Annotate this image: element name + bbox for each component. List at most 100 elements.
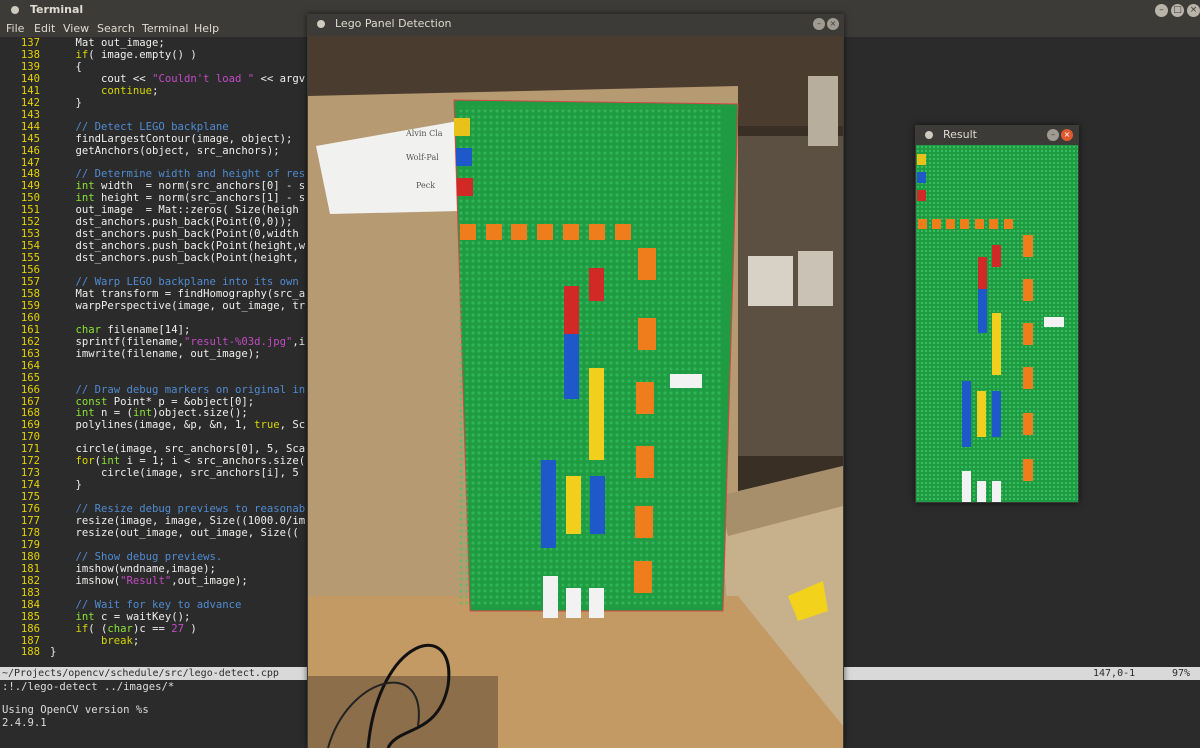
code-token: imshow(wndname,image); xyxy=(50,562,216,575)
status-scroll-percent: 97% xyxy=(1172,668,1191,679)
menu-view[interactable]: View xyxy=(63,22,89,35)
code-token: if xyxy=(50,48,89,61)
code-token: const xyxy=(50,395,108,408)
code-token: ; xyxy=(132,634,140,647)
code-line: } xyxy=(50,479,82,491)
menu-terminal[interactable]: Terminal xyxy=(142,22,189,35)
code-token: { xyxy=(50,60,82,73)
code-line: int n = (int)object.size(); xyxy=(50,407,248,419)
line-number: 171 xyxy=(20,443,40,456)
code-token: circle(image, src_anchors[i], 5 xyxy=(50,467,299,480)
minimize-icon[interactable]: – xyxy=(1047,129,1059,141)
code-token: i = 1; i < src_anchors.size( xyxy=(120,455,306,468)
menu-edit[interactable]: Edit xyxy=(34,22,55,35)
code-line: if( (char)c == 27 ) xyxy=(50,623,197,635)
line-number: 140 xyxy=(20,72,40,85)
code-line: continue; xyxy=(50,85,158,97)
code-token: Mat out_image; xyxy=(50,37,165,49)
code-line: // Detect LEGO backplane xyxy=(50,121,229,133)
line-number: 173 xyxy=(20,467,40,480)
code-token: int xyxy=(50,407,95,420)
code-token: resize(out_image, out_image, Size(( xyxy=(50,526,299,539)
code-token: Point* p = &object[0]; xyxy=(107,395,255,408)
code-line: out_image = Mat::zeros( Size(heigh xyxy=(50,204,299,216)
code-line: dst_anchors.push_back(Point(0,width xyxy=(50,228,299,240)
maximize-icon[interactable]: □ xyxy=(1171,4,1184,17)
code-token: int xyxy=(50,192,95,205)
code-line: // Show debug previews. xyxy=(50,550,223,563)
window-menu-icon[interactable] xyxy=(11,6,19,14)
code-line: if( image.empty() ) xyxy=(50,49,197,61)
line-number: 147 xyxy=(20,156,40,169)
code-line: Mat out_image; xyxy=(50,37,165,49)
line-number: 154 xyxy=(20,240,40,253)
result-title-bar[interactable]: Result – × xyxy=(915,125,1079,145)
window-menu-icon[interactable] xyxy=(317,20,325,28)
menu-help[interactable]: Help xyxy=(194,22,219,35)
window-menu-icon[interactable] xyxy=(925,131,933,139)
command-line: :!./lego-detect ../images/* xyxy=(2,681,175,693)
line-number: 175 xyxy=(20,491,40,504)
line-number: 188 xyxy=(20,646,40,659)
minimize-icon[interactable]: – xyxy=(1155,4,1168,17)
code-token: // Show debug previews. xyxy=(50,550,223,563)
code-token: cout << xyxy=(50,72,153,85)
line-number: 187 xyxy=(20,634,40,647)
code-token: // Resize debug previews to reasonab xyxy=(50,503,306,516)
status-cursor-position: 147,0-1 xyxy=(1093,668,1136,679)
code-token: width = norm(src_anchors[0] - s xyxy=(94,180,306,193)
code-line: dst_anchors.push_back(Point(height,w xyxy=(50,240,306,253)
line-number: 143 xyxy=(20,108,40,121)
code-line: dst_anchors.push_back(Point(0,0)); xyxy=(50,216,293,229)
line-number: 179 xyxy=(20,538,40,551)
code-token: circle(image, src_anchors[0], 5, Sca xyxy=(50,443,306,456)
code-token: )c == xyxy=(132,622,172,635)
code-line: sprintf(filename,"result-%03d.jpg",i xyxy=(50,336,306,348)
code-line: getAnchors(object, src_anchors); xyxy=(50,145,280,157)
code-line: break; xyxy=(50,635,139,647)
line-number: 160 xyxy=(20,311,40,324)
line-number: 178 xyxy=(20,526,40,539)
close-icon[interactable]: × xyxy=(1187,4,1200,17)
minimize-icon[interactable]: – xyxy=(813,18,825,30)
menu-file[interactable]: File xyxy=(6,22,24,35)
code-line: cout << "Couldn't load " << argv xyxy=(50,73,305,85)
code-line: const Point* p = &object[0]; xyxy=(50,395,255,408)
code-line: int height = norm(src_anchors[1] - s xyxy=(50,192,306,205)
line-number: 185 xyxy=(20,610,40,623)
code-token: dst_anchors.push_back(Point(height,w xyxy=(50,240,306,253)
line-number: 155 xyxy=(20,252,40,265)
line-number: 146 xyxy=(20,144,40,157)
line-number: 161 xyxy=(20,323,40,336)
note-line: Peck xyxy=(416,181,435,190)
close-icon[interactable]: × xyxy=(1061,129,1073,141)
code-line: imshow(wndname,image); xyxy=(50,563,216,575)
code-token: // Draw debug markers on original in xyxy=(50,383,306,396)
code-token: Mat transform = findHomography(src_a xyxy=(50,287,306,300)
code-token: imshow( xyxy=(50,574,121,587)
code-token: c = waitKey(); xyxy=(94,610,191,623)
close-icon[interactable]: × xyxy=(827,18,839,30)
line-number: 170 xyxy=(20,431,40,444)
status-file-path: ~/Projects/opencv/schedule/src/lego-dete… xyxy=(2,668,279,679)
code-token: for xyxy=(50,455,95,468)
line-number: 144 xyxy=(20,120,40,133)
code-line: warpPerspective(image, out_image, tr xyxy=(50,300,306,312)
code-token: )object.size(); xyxy=(152,407,248,420)
code-token: dst_anchors.push_back(Point(0,width xyxy=(50,228,299,241)
line-number: 157 xyxy=(20,276,40,288)
menu-search[interactable]: Search xyxy=(97,22,135,35)
code-line: Mat transform = findHomography(src_a xyxy=(50,287,306,300)
line-number: 149 xyxy=(20,180,40,193)
code-line: polylines(image, &p, &n, 1, true, Sc xyxy=(50,419,306,431)
detect-window-title: Lego Panel Detection xyxy=(335,17,452,30)
code-token: char xyxy=(50,323,102,336)
code-line: // Determine width and height of res xyxy=(50,168,306,180)
line-number: 153 xyxy=(20,228,40,241)
code-token: dst_anchors.push_back(Point(0,0)); xyxy=(50,216,293,229)
line-number: 180 xyxy=(20,550,40,563)
line-number: 167 xyxy=(20,395,40,408)
code-token: break xyxy=(50,634,133,647)
code-token: } xyxy=(50,96,82,109)
detect-title-bar[interactable]: Lego Panel Detection – × xyxy=(307,14,844,34)
